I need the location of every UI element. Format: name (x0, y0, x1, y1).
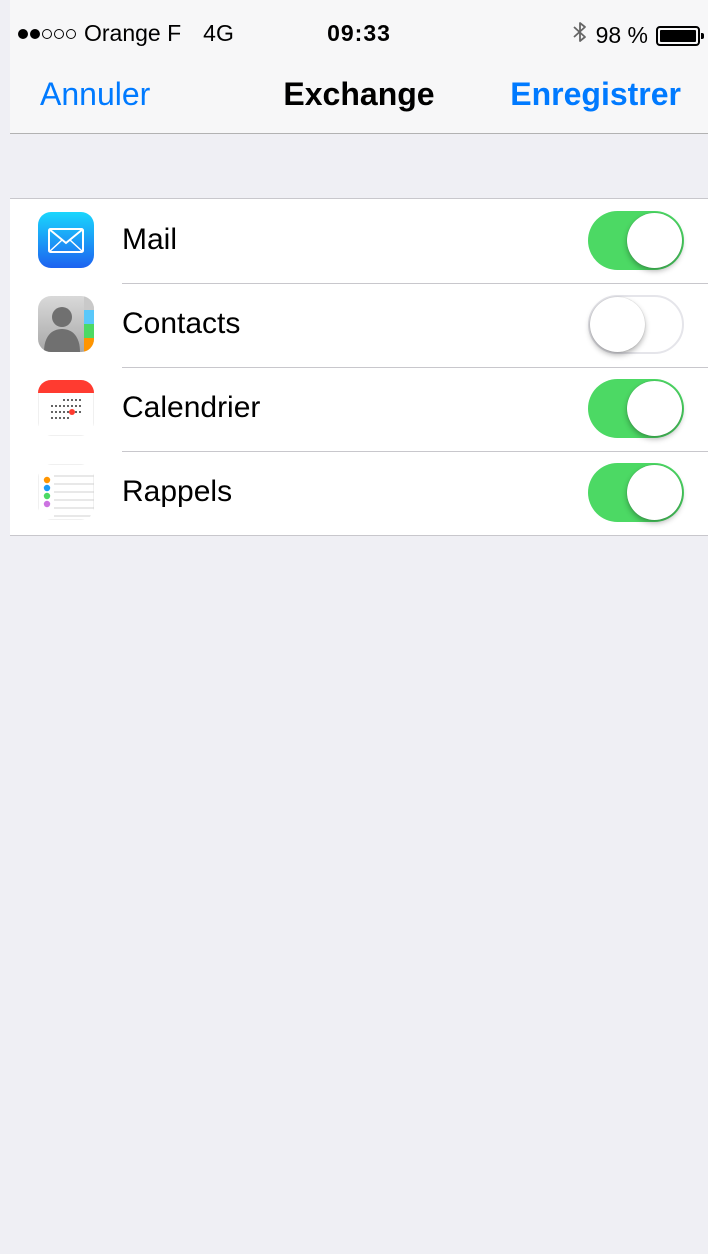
status-bar: Orange F 4G 09:33 98 % (10, 0, 708, 66)
calendar-toggle[interactable] (588, 379, 684, 438)
top-bar: Orange F 4G 09:33 98 % Annuler Exchange … (10, 0, 708, 134)
contacts-toggle[interactable] (588, 295, 684, 354)
mail-toggle[interactable] (588, 211, 684, 270)
toggle-knob (590, 297, 645, 352)
contacts-icon (38, 296, 94, 352)
battery-percentage: 98 % (595, 22, 648, 48)
mail-icon (38, 212, 94, 268)
list-item-calendar: Calendrier (10, 367, 708, 451)
toggle-knob (627, 213, 682, 268)
toggle-knob (627, 465, 682, 520)
navigation-bar: Annuler Exchange Enregistrer (10, 66, 708, 132)
list-item-reminders: Rappels (10, 451, 708, 535)
list-item-label: Contacts (122, 307, 241, 340)
reminders-icon (38, 464, 94, 520)
reminders-toggle[interactable] (588, 463, 684, 522)
calendar-icon (38, 380, 94, 436)
list-item-label: Mail (122, 223, 178, 256)
status-right: 98 % (572, 20, 704, 51)
battery-icon (656, 25, 704, 46)
save-button[interactable]: Enregistrer (510, 76, 681, 113)
toggle-knob (627, 381, 682, 436)
screen: Orange F 4G 09:33 98 % Annuler Exchange … (10, 0, 708, 1254)
list-item-mail: Mail (10, 199, 708, 283)
sync-services-list: Mail Contacts Calendrier Rappels (10, 198, 708, 536)
list-item-label: Calendrier (122, 391, 261, 424)
bluetooth-icon (572, 20, 588, 51)
battery-fill (660, 29, 696, 42)
list-item-contacts: Contacts (10, 283, 708, 367)
list-item-label: Rappels (122, 475, 233, 508)
